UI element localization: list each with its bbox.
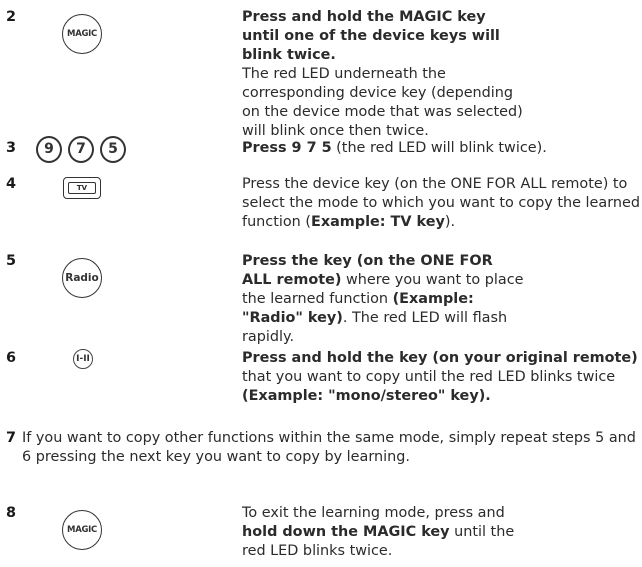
digit-9-key-icon: 9 [36, 136, 62, 163]
step-5-number: 5 [6, 253, 17, 269]
step-3-number: 3 [6, 140, 17, 156]
step-4-text: Press the device key (on the ONE FOR ALL… [242, 175, 642, 232]
step-2-bold: Press and hold the MAGIC key until one o… [242, 9, 500, 63]
magic-key-icon: MAGIC [62, 510, 102, 550]
step-6-number: 6 [6, 350, 17, 366]
step-4-body-end: ). [444, 214, 456, 230]
tv-key-icon: TV [63, 177, 101, 199]
step-7-number: 7 [6, 430, 17, 446]
step-2-body: The red LED underneath the corresponding… [242, 66, 523, 139]
step-8-number: 8 [6, 505, 17, 521]
mono-stereo-key-icon: I-II [73, 349, 93, 369]
step-6-body: that you want to copy until the red LED … [242, 369, 616, 385]
digit-5-key-icon: 5 [100, 136, 126, 163]
step-7-text: If you want to copy other functions with… [22, 430, 636, 465]
magic-key-icon: MAGIC [62, 14, 102, 54]
step-3-body: (the red LED will blink twice). [331, 140, 547, 156]
step-8-text: To exit the learning mode, press and hol… [242, 504, 532, 561]
step-6-bold-2: (Example: "mono/stereo" key). [242, 388, 491, 404]
radio-key-label: Radio [65, 271, 99, 284]
step-5-text: Press the key (on the ONE FOR ALL remote… [242, 252, 526, 347]
step-8-bold: hold down the MAGIC key [242, 524, 450, 540]
step-2-text: Press and hold the MAGIC key until one o… [242, 8, 524, 141]
step-4-number: 4 [6, 176, 17, 192]
step-2-number: 2 [6, 9, 17, 25]
step-6-text: Press and hold the key (on your original… [242, 349, 642, 406]
step-6-bold: Press and hold the key (on your original… [242, 350, 638, 366]
step-3-text: Press 9 7 5 (the red LED will blink twic… [242, 139, 642, 158]
step-4-bold: Example: TV key [310, 214, 445, 230]
magic-key-label: MAGIC [67, 524, 97, 535]
magic-key-label: MAGIC [67, 28, 97, 39]
radio-key-icon: Radio [62, 258, 102, 298]
step-8-body: To exit the learning mode, press and [242, 505, 505, 521]
digit-9-label: 9 [44, 141, 54, 157]
mono-stereo-key-label: I-II [76, 353, 90, 364]
step-3-bold: Press 9 7 5 [242, 140, 332, 156]
tv-key-label: TV [68, 182, 96, 194]
digit-7-label: 7 [76, 141, 86, 157]
digit-5-label: 5 [108, 141, 118, 157]
digit-7-key-icon: 7 [68, 136, 94, 163]
